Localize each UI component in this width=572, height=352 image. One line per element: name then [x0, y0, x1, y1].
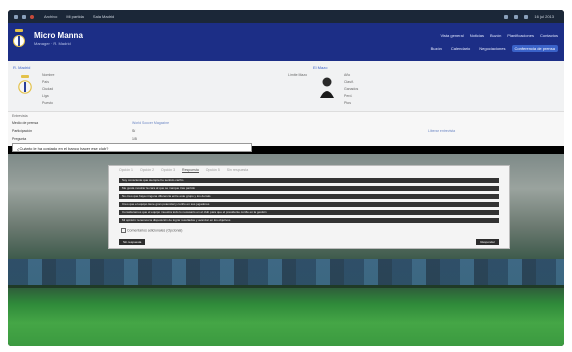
checkbox-label: Comentarios adicionales (Opcional) [126, 228, 183, 233]
tab-overview[interactable]: Vista general [440, 33, 463, 38]
menu-item-file[interactable]: Archivo [44, 14, 57, 19]
right-row-label: Clasif. [344, 80, 354, 84]
tone-tab[interactable]: Opción 2 [140, 168, 154, 173]
right-limit-label: Límite Mazo [288, 73, 308, 77]
right-row-label: Ganados [344, 87, 359, 91]
subtab-press-conference[interactable]: Conferencia de prensa [511, 45, 558, 52]
no-answer-button[interactable]: Sin respuesta [119, 239, 146, 245]
info-label: Medio de prensa [12, 121, 39, 125]
info-value[interactable]: World Soccer Magazine [132, 121, 169, 125]
right-panel-title: El Mazo [313, 65, 328, 70]
subtab-calendar[interactable]: Calendario [448, 45, 473, 52]
checkbox-icon[interactable] [121, 228, 126, 233]
settings-icon[interactable] [514, 14, 519, 19]
tone-tab-selected[interactable]: Respuesta [182, 168, 199, 173]
primary-tabs: Vista general Noticias Buzón Planificaci… [440, 33, 558, 38]
answer-option[interactable]: Consideramos que el equipo muestra todo … [119, 210, 499, 215]
left-row-label: País [42, 80, 50, 84]
interview-info: Entrevista Medio de prensa World Soccer … [8, 111, 564, 146]
left-panel-title: R. Madrid [13, 65, 31, 70]
info-value: 1/5 [132, 137, 137, 141]
pitch-edge [8, 285, 564, 288]
info-header: Entrevista [12, 114, 28, 118]
nav-controls [8, 14, 34, 19]
tone-tab[interactable]: Sin respuesta [227, 168, 248, 173]
top-bar: Archivo Mi partida Sala Madrid 16 jul 20… [8, 10, 564, 23]
tone-tab[interactable]: Opción 5 [206, 168, 220, 173]
answer-option[interactable]: No creo que haya ninguna diferencia entr… [119, 194, 499, 199]
left-row-label: Liga [42, 94, 49, 98]
tone-tab[interactable]: Opción 1 [119, 168, 133, 173]
answer-option[interactable]: Soy consciente que siempre he sentido ca… [119, 178, 499, 183]
release-interview-link[interactable]: Liberar entrevista [428, 129, 455, 133]
info-value: Sí [132, 129, 136, 133]
menu-item-club[interactable]: Sala Madrid [93, 14, 114, 19]
club-subtitle: Manager · R. Madrid [34, 41, 71, 46]
game-window: Archivo Mi partida Sala Madrid 16 jul 20… [8, 10, 564, 346]
info-label: Participación [12, 129, 33, 133]
info-label: Pregunta [12, 137, 27, 141]
answer-dialog: Opción 1 Opción 2 Opción 3 Respuesta Opc… [108, 165, 510, 249]
back-icon[interactable] [14, 14, 18, 19]
right-row-label: Perd. [344, 94, 353, 98]
press-question: ¿Cuánto le ha costado en el banco hacer … [12, 143, 252, 152]
club-crest-icon [13, 29, 25, 47]
secondary-tabs: Buzón Calendario Negociaciones Conferenc… [428, 45, 558, 52]
search-icon[interactable] [504, 14, 509, 19]
tab-planning[interactable]: Planificaciones [507, 33, 534, 38]
subtab-inbox[interactable]: Buzón [428, 45, 445, 52]
current-date: 16 jul 2013 [534, 14, 554, 19]
left-row-label: Puesto [42, 101, 53, 105]
stadium-stands [8, 259, 564, 285]
menu-item-game[interactable]: Mi partida [66, 14, 84, 19]
respond-button[interactable]: Responder [476, 239, 499, 245]
left-row-label: Ciudad [42, 87, 54, 91]
answer-tone-tabs: Opción 1 Opción 2 Opción 3 Respuesta Opc… [119, 168, 248, 173]
forward-icon[interactable] [22, 14, 26, 19]
subtab-negotiations[interactable]: Negociaciones [476, 45, 508, 52]
help-icon[interactable] [524, 14, 529, 19]
answer-option[interactable]: Me gusta mostrar la cara al que se marqu… [119, 186, 499, 191]
tab-news[interactable]: Noticias [470, 33, 484, 38]
left-row-label: Nombre [42, 73, 55, 77]
club-name: Micro Manna [34, 31, 83, 40]
alert-icon[interactable] [30, 14, 34, 19]
club-badge-icon [18, 75, 32, 94]
top-menu: Archivo Mi partida Sala Madrid [44, 14, 114, 19]
tone-tab[interactable]: Opción 3 [161, 168, 175, 173]
right-row-label: Año [344, 73, 351, 77]
player-avatar [320, 77, 334, 98]
answer-option[interactable]: Mi opinión: tenemos la disposición de lo… [119, 218, 499, 223]
right-row-label: Ptos [344, 101, 352, 105]
answer-option[interactable]: Creo que el equipo tiene gran potencial … [119, 202, 499, 207]
club-header: Micro Manna Manager · R. Madrid Vista ge… [8, 23, 564, 61]
top-right-controls: 16 jul 2013 [504, 14, 564, 19]
tab-inbox[interactable]: Buzón [490, 33, 501, 38]
additional-comments-checkbox[interactable]: Comentarios adicionales (Opcional) [121, 228, 182, 233]
tab-contacts[interactable]: Contactos [540, 33, 558, 38]
